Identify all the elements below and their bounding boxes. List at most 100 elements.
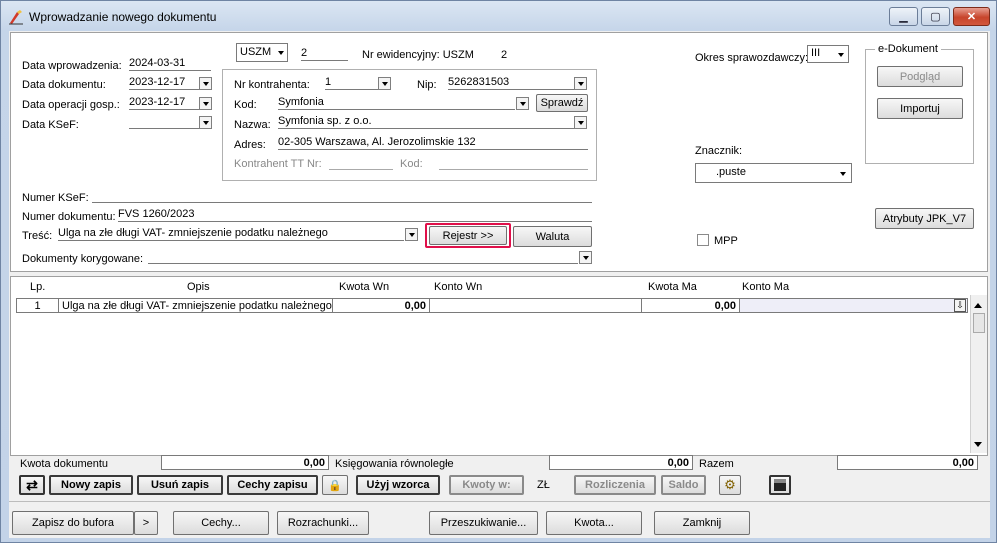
podglad-button[interactable]: Podgląd <box>877 66 963 87</box>
waluta-button[interactable]: Waluta <box>513 226 592 247</box>
usun-zapis-button[interactable]: Usuń zapis <box>137 475 223 495</box>
edokument-title: e-Dokument <box>875 43 941 55</box>
scroll-thumb[interactable] <box>973 313 985 333</box>
cell-kwota-ma[interactable]: 0,00 <box>642 298 740 313</box>
sprawdz-button[interactable]: Sprawdź <box>536 94 588 112</box>
zapisz-more-button[interactable]: > <box>134 511 158 535</box>
kontrahent-tt-kod-field <box>439 156 588 170</box>
uzyj-wzorca-button[interactable]: Użyj wzorca <box>356 475 440 495</box>
dokumenty-korygowane-field[interactable] <box>148 250 578 264</box>
kod-field[interactable]: Symfonia <box>278 96 515 110</box>
data-ksef-field[interactable] <box>129 115 199 129</box>
importuj-button[interactable]: Importuj <box>877 98 963 119</box>
nr-kontrahenta-dropdown-icon[interactable] <box>378 77 391 90</box>
gear-icon: ⚙ <box>724 477 736 492</box>
col-lp-header: Lp. <box>30 281 46 293</box>
minimize-icon: ▁ <box>899 11 908 23</box>
nowy-zapis-button[interactable]: Nowy zapis <box>49 475 133 495</box>
cell-lp[interactable]: 1 <box>16 298 59 313</box>
saldo-button[interactable]: Saldo <box>661 475 706 495</box>
tresc-field[interactable]: Ulga na złe długi VAT- zmniejszenie poda… <box>58 227 404 241</box>
dokumenty-korygowane-dropdown-icon[interactable] <box>579 251 592 264</box>
nr-kontrahenta-field[interactable]: 1 <box>325 76 380 90</box>
data-dokumentu-dropdown-icon[interactable] <box>199 77 212 90</box>
nr-ewidencyjny-label: Nr ewidencyjny: USZM <box>362 49 474 61</box>
okres-dropdown-icon[interactable] <box>834 48 847 61</box>
col-opis-header: Opis <box>187 281 210 293</box>
close-button[interactable]: ✕ <box>953 7 990 26</box>
numer-ksef-label: Numer KSeF: <box>22 192 89 204</box>
cechy-button[interactable]: Cechy... <box>173 511 269 535</box>
data-operacji-label: Data operacji gosp.: <box>22 99 120 111</box>
document-header-panel: Data wprowadzenia: 2024-03-31 Data dokum… <box>10 32 988 272</box>
kwota-dokumentu-value: 0,00 <box>161 455 329 470</box>
settings-button[interactable]: ⚙ <box>719 475 741 495</box>
znacznik-dropdown-icon[interactable] <box>836 167 849 180</box>
nazwa-field[interactable]: Symfonia sp. z o.o. <box>278 115 574 129</box>
znacznik-combo[interactable]: .puste <box>695 163 852 183</box>
data-wprowadzenia-field: 2024-03-31 <box>129 57 211 71</box>
kwota-button[interactable]: Kwota... <box>546 511 642 535</box>
rozliczenia-button[interactable]: Rozliczenia <box>574 475 656 495</box>
kontrahent-tt-label: Kontrahent TT Nr: <box>234 158 322 170</box>
col-kwota-ma-header: Kwota Ma <box>648 281 697 293</box>
rejestr-num-field[interactable]: 2 <box>301 47 348 61</box>
currency-label: ZŁ <box>537 479 550 491</box>
mpp-label: MPP <box>714 235 738 247</box>
cell-kwota-wn[interactable]: 0,00 <box>333 298 430 313</box>
rozrachunki-button[interactable]: Rozrachunki... <box>277 511 369 535</box>
maximize-icon: ▢ <box>930 11 941 23</box>
numer-dokumentu-label: Numer dokumentu: <box>22 211 116 223</box>
tresc-dropdown-icon[interactable] <box>405 228 418 241</box>
nip-label: Nip: <box>417 79 437 91</box>
data-operacji-dropdown-icon[interactable] <box>199 97 212 110</box>
col-kwota-wn-header: Kwota Wn <box>339 281 390 293</box>
entries-grid: Lp. Opis Kwota Wn Konto Wn Kwota Ma Kont… <box>10 276 988 456</box>
rejestr-button[interactable]: Rejestr >> <box>429 226 507 245</box>
cell-opis[interactable]: Ulga na złe długi VAT- zmniejszenie poda… <box>59 298 333 313</box>
ksiegowania-value: 0,00 <box>549 455 693 470</box>
scroll-up-icon[interactable] <box>974 303 982 308</box>
numer-ksef-field[interactable] <box>92 189 592 203</box>
nip-dropdown-icon[interactable] <box>574 77 587 90</box>
zapisz-do-bufora-button[interactable]: Zapisz do bufora <box>12 511 134 535</box>
scroll-down-icon[interactable] <box>974 442 982 447</box>
save-button[interactable] <box>769 475 791 495</box>
cechy-zapisu-button[interactable]: Cechy zapisu <box>227 475 318 495</box>
lock-button[interactable]: 🔒 <box>322 475 348 495</box>
data-ksef-dropdown-icon[interactable] <box>199 116 212 129</box>
toggle-view-button[interactable]: ⇄ <box>19 475 45 495</box>
nr-kontrahenta-label: Nr kontrahenta: <box>234 79 310 91</box>
kwoty-w-button[interactable]: Kwoty w: <box>449 475 524 495</box>
przeszukiwanie-button[interactable]: Przeszukiwanie... <box>429 511 538 535</box>
konto-ma-picker-icon[interactable]: ⇩ <box>954 299 966 312</box>
lock-icon: 🔒 <box>328 479 342 492</box>
data-operacji-field[interactable]: 2023-12-17 <box>129 96 199 110</box>
cell-konto-ma[interactable] <box>740 298 968 313</box>
nazwa-label: Nazwa: <box>234 119 271 131</box>
app-icon <box>9 10 23 25</box>
window-title: Wprowadzanie nowego dokumentu <box>29 10 217 24</box>
nip-field[interactable]: 5262831503 <box>448 76 574 90</box>
adres-field[interactable]: 02-305 Warszawa, Al. Jerozolimskie 132 <box>278 136 588 150</box>
close-icon: ✕ <box>966 11 977 23</box>
maximize-button[interactable]: ▢ <box>921 7 950 26</box>
col-konto-wn-header: Konto Wn <box>434 281 483 293</box>
data-dokumentu-label: Data dokumentu: <box>22 79 106 91</box>
kontrahent-tt-field <box>329 156 393 170</box>
cell-konto-wn[interactable] <box>430 298 642 313</box>
rejestr-dropdown-icon[interactable] <box>274 46 287 59</box>
data-dokumentu-field[interactable]: 2023-12-17 <box>129 76 199 90</box>
ksiegowania-label: Księgowania równoległe <box>335 458 454 470</box>
atrybuty-jpk-button[interactable]: Atrybuty JPK_V7 <box>875 208 974 229</box>
kod-dropdown-icon[interactable] <box>516 97 529 110</box>
mpp-checkbox[interactable] <box>697 234 709 246</box>
toggle-view-icon: ⇄ <box>26 477 38 493</box>
kod-label: Kod: <box>234 99 257 111</box>
grid-scrollbar[interactable] <box>970 295 987 453</box>
zamknij-button[interactable]: Zamknij <box>654 511 750 535</box>
numer-dokumentu-field[interactable]: FVS 1260/2023 <box>118 208 592 222</box>
razem-value: 0,00 <box>837 455 978 470</box>
nazwa-dropdown-icon[interactable] <box>574 116 587 129</box>
minimize-button[interactable]: ▁ <box>889 7 918 26</box>
